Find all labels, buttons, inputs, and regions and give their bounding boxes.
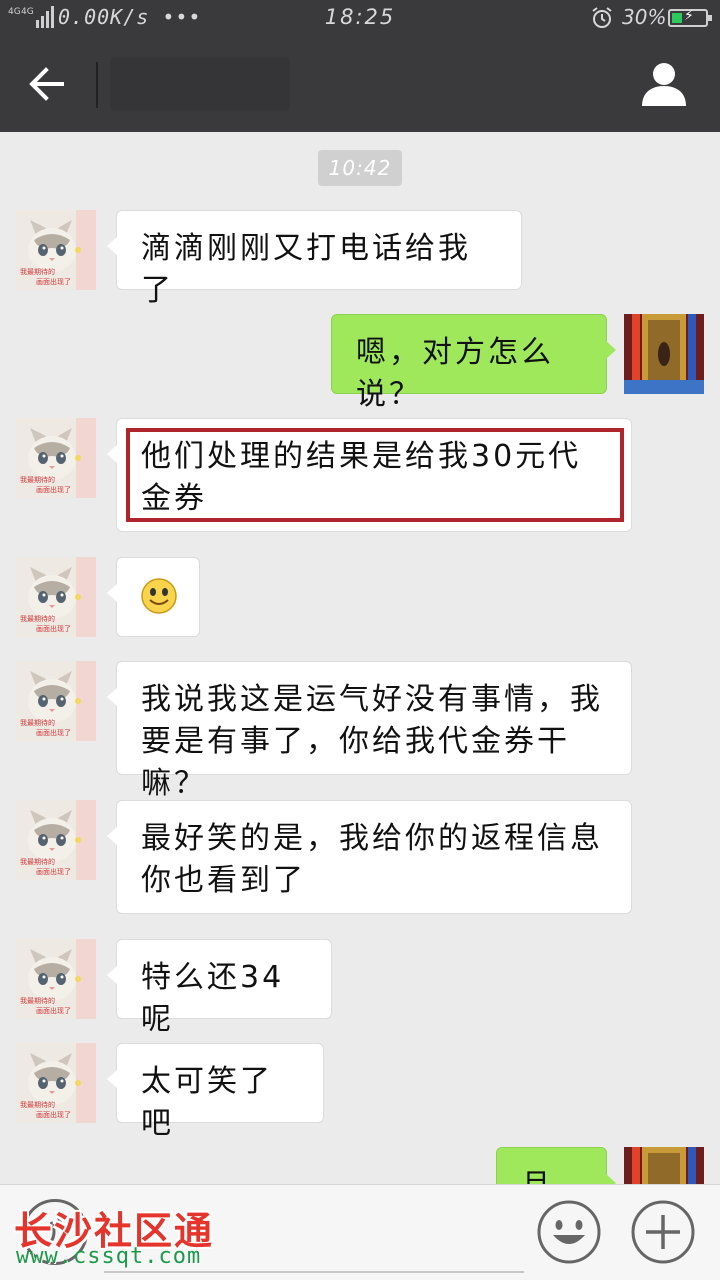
message-bubble-outgoing[interactable]: 嗯，对方怎么说？ bbox=[331, 314, 616, 412]
highlight-annotation bbox=[126, 428, 624, 522]
message-bubble-incoming[interactable]: 太可笑了吧 bbox=[107, 1043, 324, 1141]
status-bar: 4G 4G 0.00K/s ••• 18:25 30% ⚡ bbox=[0, 0, 720, 36]
avatar-caption: 画面出现了 bbox=[36, 624, 71, 633]
message-text: 滴滴刚刚又打电话给我了 bbox=[141, 231, 471, 308]
avatar-caption: 我最期待的 bbox=[20, 1100, 55, 1109]
message-bubble-incoming[interactable]: 最好笑的是，我给你的返程信息你也看到了 bbox=[107, 800, 632, 914]
more-options-button[interactable] bbox=[630, 1199, 696, 1265]
message-text: 特么还34呢 bbox=[141, 960, 285, 1037]
avatar-caption: 画面出现了 bbox=[36, 1006, 71, 1015]
message-text: 且凉 bbox=[521, 1168, 554, 1184]
avatar-caption: 我最期待的 bbox=[20, 718, 55, 727]
my-avatar[interactable] bbox=[624, 1147, 704, 1184]
avatar-caption: 我最期待的 bbox=[20, 857, 55, 866]
message-bubble-incoming[interactable]: 特么还34呢 bbox=[107, 939, 332, 1037]
contact-avatar[interactable]: 我最期待的 画面出现了 bbox=[16, 661, 96, 741]
avatar-caption: 我最期待的 bbox=[20, 267, 55, 276]
header-divider bbox=[96, 62, 98, 108]
avatar-caption: 画面出现了 bbox=[36, 1110, 71, 1119]
message-text: 最好笑的是，我给你的返程信息你也看到了 bbox=[141, 821, 603, 898]
contact-avatar[interactable]: 我最期待的 画面出现了 bbox=[16, 939, 96, 1019]
watermark-url: www.cssqt.com bbox=[16, 1244, 202, 1269]
contact-avatar[interactable]: 我最期待的 画面出现了 bbox=[16, 1043, 96, 1123]
message-bubble-outgoing[interactable]: 且凉 bbox=[496, 1147, 616, 1184]
cat-avatar-image: 我最期待的 画面出现了 bbox=[16, 800, 96, 880]
cat-avatar-image: 我最期待的 画面出现了 bbox=[16, 210, 96, 290]
site-watermark: 长沙社区通 www.cssqt.com bbox=[14, 1200, 254, 1280]
message-bubble-incoming[interactable]: 滴滴刚刚又打电话给我了 bbox=[107, 210, 522, 308]
message-bubble-incoming[interactable] bbox=[107, 557, 200, 637]
chat-title-redacted bbox=[110, 58, 290, 110]
message-bubble-incoming[interactable]: 我说我这是运气好没有事情，我要是有事了，你给我代金券干嘛？ bbox=[107, 661, 632, 801]
message-text: 太可笑了吧 bbox=[141, 1064, 273, 1141]
emoji-button[interactable] bbox=[536, 1199, 602, 1265]
cat-avatar-image: 我最期待的 画面出现了 bbox=[16, 939, 96, 1019]
alarm-icon bbox=[592, 7, 612, 28]
contact-avatar[interactable]: 我最期待的 画面出现了 bbox=[16, 418, 96, 498]
message-clip: 且凉 bbox=[0, 1140, 720, 1184]
chat-info-button[interactable] bbox=[636, 58, 692, 110]
plus-icon bbox=[631, 1200, 695, 1264]
contact-avatar[interactable]: 我最期待的 画面出现了 bbox=[16, 210, 96, 290]
contact-avatar[interactable]: 我最期待的 画面出现了 bbox=[16, 557, 96, 637]
avatar-caption: 我最期待的 bbox=[20, 614, 55, 623]
battery-percent: 30% bbox=[622, 5, 667, 29]
message-text: 我说我这是运气好没有事情，我要是有事了，你给我代金券干嘛？ bbox=[141, 682, 603, 801]
back-button[interactable] bbox=[18, 58, 78, 110]
person-icon bbox=[642, 63, 686, 106]
message-text: 嗯，对方怎么说？ bbox=[356, 335, 554, 412]
cat-avatar-image: 我最期待的 画面出现了 bbox=[16, 1043, 96, 1123]
cat-avatar-image: 我最期待的 画面出现了 bbox=[16, 418, 96, 498]
arrow-left-icon bbox=[29, 67, 64, 101]
cat-avatar-image: 我最期待的 画面出现了 bbox=[16, 557, 96, 637]
avatar-caption: 画面出现了 bbox=[36, 728, 71, 737]
avatar-caption: 我最期待的 bbox=[20, 996, 55, 1005]
my-avatar-image bbox=[624, 314, 704, 394]
chat-timestamp: 10:42 bbox=[318, 150, 402, 186]
avatar-caption: 画面出现了 bbox=[36, 867, 71, 876]
my-avatar[interactable] bbox=[624, 314, 704, 394]
contact-avatar[interactable]: 我最期待的 画面出现了 bbox=[16, 800, 96, 880]
cat-avatar-image: 我最期待的 画面出现了 bbox=[16, 661, 96, 741]
avatar-caption: 画面出现了 bbox=[36, 277, 71, 286]
smiley-emoji-icon bbox=[141, 578, 177, 614]
my-avatar-image bbox=[624, 1147, 704, 1184]
battery-icon: ⚡ bbox=[668, 8, 712, 27]
smiley-icon bbox=[537, 1200, 601, 1264]
avatar-caption: 我最期待的 bbox=[20, 475, 55, 484]
chat-header bbox=[0, 36, 720, 132]
avatar-caption: 画面出现了 bbox=[36, 485, 71, 494]
